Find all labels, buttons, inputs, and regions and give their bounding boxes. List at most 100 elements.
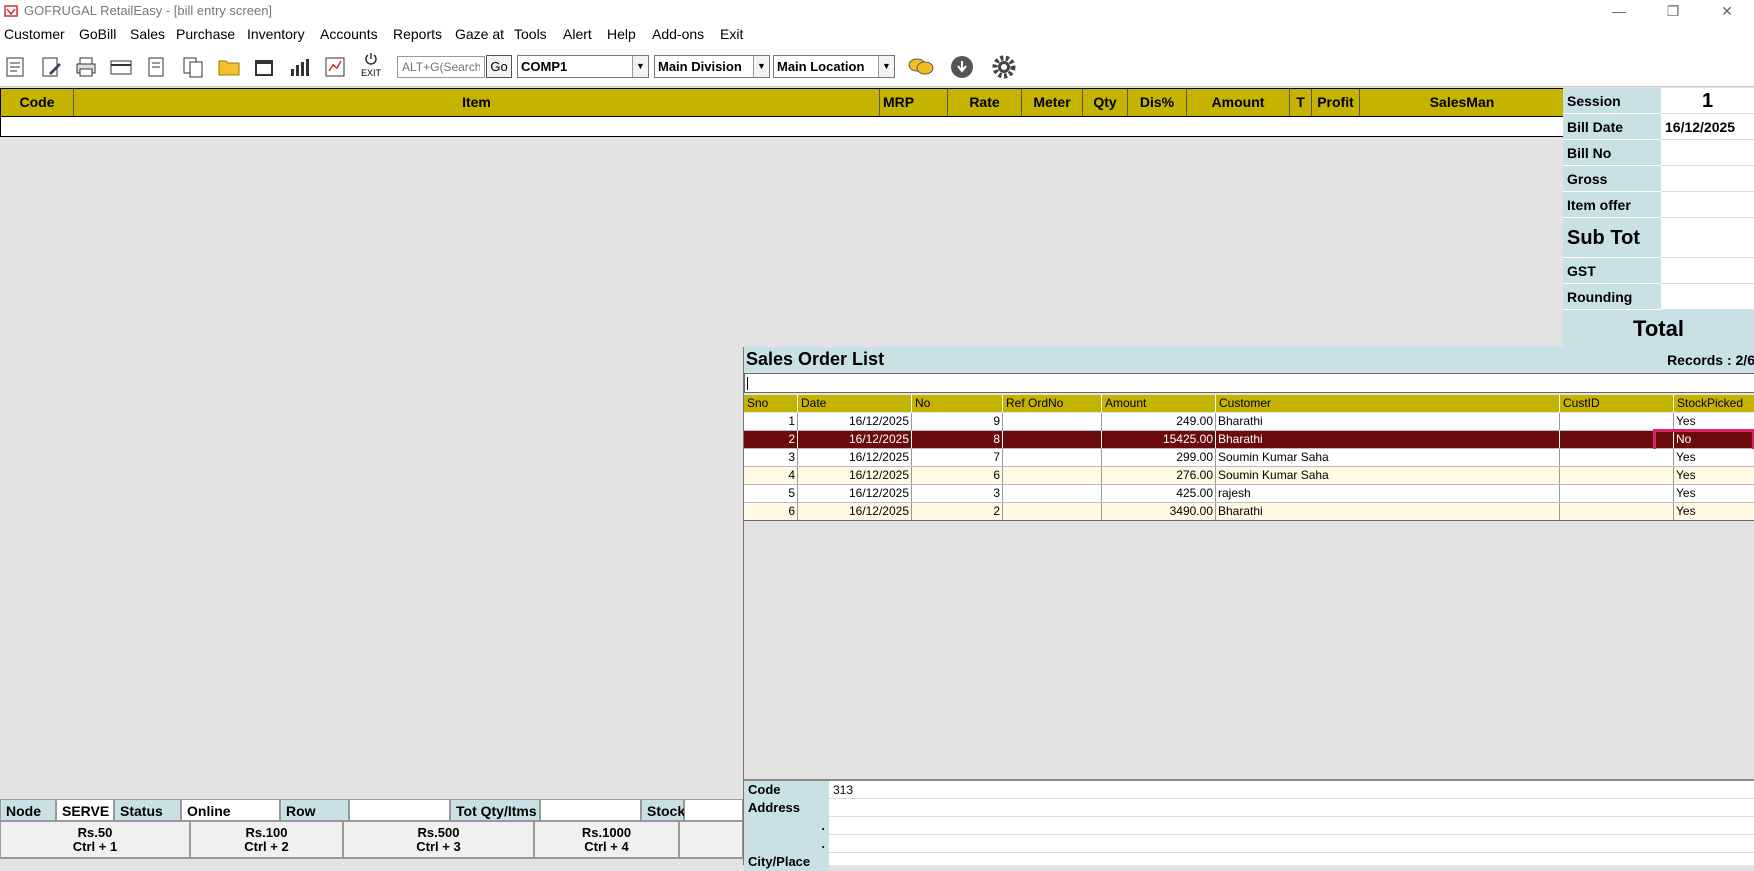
- exit-button[interactable]: EXIT: [356, 51, 386, 83]
- col-rate: Rate: [948, 89, 1022, 116]
- item-offer-label: Item offer: [1563, 192, 1661, 218]
- menu-accounts[interactable]: Accounts: [320, 26, 378, 42]
- cash-amount: Rs.50: [77, 825, 113, 840]
- chevron-down-icon: ▼: [878, 56, 894, 77]
- menu-exit[interactable]: Exit: [720, 26, 743, 42]
- bar-chart-icon[interactable]: [288, 55, 312, 79]
- so-cell-ref: [1003, 467, 1102, 484]
- minimize-button[interactable]: —: [1596, 0, 1642, 23]
- copy-bill-icon[interactable]: [181, 55, 205, 79]
- print-icon[interactable]: [74, 55, 98, 79]
- gross-label: Gross: [1563, 166, 1661, 192]
- sales-order-search-input[interactable]: [744, 373, 1754, 393]
- bill-summary-panel: Session 1 Bill Date 16/12/2025 Bill No G…: [1563, 88, 1754, 348]
- sales-order-row[interactable]: 3 16/12/2025 7 299.00 Soumin Kumar Saha …: [744, 449, 1754, 467]
- go-button[interactable]: Go: [486, 55, 512, 78]
- division-select[interactable]: Main Division ▼: [654, 55, 770, 78]
- bill-no-value: [1661, 140, 1754, 166]
- sales-order-row[interactable]: 1 16/12/2025 9 249.00 Bharathi Yes: [744, 413, 1754, 431]
- menu-alert[interactable]: Alert: [563, 26, 592, 42]
- row-label: Row: [280, 799, 349, 821]
- menu-reports[interactable]: Reports: [393, 26, 442, 42]
- power-icon: [365, 53, 377, 65]
- sales-order-row[interactable]: 4 16/12/2025 6 276.00 Soumin Kumar Saha …: [744, 467, 1754, 485]
- edit-bill-icon[interactable]: [39, 55, 63, 79]
- col-item: Item: [74, 89, 880, 116]
- col-amount: Amount: [1187, 89, 1290, 116]
- search-input[interactable]: [397, 56, 485, 78]
- close-button[interactable]: ✕: [1704, 0, 1750, 23]
- bill-date-label: Bill Date: [1563, 114, 1661, 140]
- so-cell-sno: 1: [744, 413, 798, 430]
- so-cell-ref: [1003, 449, 1102, 466]
- location-value: Main Location: [777, 59, 865, 74]
- so-col-date: Date: [798, 395, 912, 412]
- restore-button[interactable]: ❐: [1650, 0, 1696, 23]
- node-label: Node: [0, 799, 56, 821]
- address-line3-value: [829, 835, 1754, 853]
- address-line3-label: .: [744, 835, 829, 853]
- menu-bar: Customer GoBill Sales Purchase Inventory…: [0, 23, 1754, 47]
- sales-order-row[interactable]: 5 16/12/2025 3 425.00 rajesh Yes: [744, 485, 1754, 503]
- so-col-ref-ordno: Ref OrdNo: [1003, 395, 1102, 412]
- cash-button-50[interactable]: Rs.50 Ctrl + 1: [0, 821, 190, 858]
- download-icon[interactable]: [950, 55, 974, 79]
- col-profit: Profit: [1312, 89, 1360, 116]
- so-cell-ref: [1003, 503, 1102, 520]
- cash-button-1000[interactable]: Rs.1000 Ctrl + 4: [534, 821, 679, 858]
- so-cell-date: 16/12/2025: [798, 413, 912, 430]
- sales-order-row[interactable]: 6 16/12/2025 2 3490.00 Bharathi Yes: [744, 503, 1754, 521]
- so-cell-sno: 6: [744, 503, 798, 520]
- so-cell-amount: 299.00: [1102, 449, 1216, 466]
- so-cell-amount: 249.00: [1102, 413, 1216, 430]
- menu-customer[interactable]: Customer: [4, 26, 65, 42]
- records-count: Records : 2/6: [1667, 352, 1754, 368]
- stock-value: [684, 799, 743, 821]
- cash-shortcut: Ctrl + 1: [72, 839, 118, 854]
- card-icon[interactable]: [109, 55, 133, 79]
- menu-help[interactable]: Help: [607, 26, 636, 42]
- col-qty: Qty: [1083, 89, 1128, 116]
- gross-value: [1661, 166, 1754, 192]
- company-select[interactable]: COMP1 ▼: [517, 55, 649, 78]
- text-caret: [747, 377, 748, 390]
- cash-shortcut: Ctrl + 3: [416, 839, 461, 854]
- menu-purchase[interactable]: Purchase: [176, 26, 235, 42]
- menu-sales[interactable]: Sales: [130, 26, 165, 42]
- so-cell-sno: 4: [744, 467, 798, 484]
- so-cell-no: 3: [912, 485, 1003, 502]
- col-t: T: [1290, 89, 1312, 116]
- menu-add-ons[interactable]: Add-ons: [652, 26, 704, 42]
- so-cell-ref: [1003, 431, 1102, 448]
- report-chart-icon[interactable]: [323, 55, 347, 79]
- chat-icon[interactable]: [907, 55, 935, 79]
- folder-icon[interactable]: [217, 55, 241, 79]
- cash-amount: Rs.500: [417, 825, 460, 840]
- so-cell-stock: Yes: [1676, 414, 1696, 428]
- so-cell-date: 16/12/2025: [798, 503, 912, 520]
- cash-button-blank[interactable]: [679, 821, 743, 858]
- cash-button-100[interactable]: Rs.100 Ctrl + 2: [190, 821, 343, 858]
- menu-tools[interactable]: Tools: [514, 26, 547, 42]
- so-cell-stock: Yes: [1676, 486, 1696, 500]
- so-cell-custid: [1560, 503, 1674, 520]
- sales-order-row-selected[interactable]: 2 16/12/2025 8 15425.00 Bharathi No: [744, 431, 1754, 449]
- menu-gobill[interactable]: GoBill: [79, 26, 116, 42]
- cash-button-500[interactable]: Rs.500 Ctrl + 3: [343, 821, 534, 858]
- so-cell-no: 7: [912, 449, 1003, 466]
- document-icon[interactable]: [144, 55, 168, 79]
- code-value: 313: [829, 781, 1754, 799]
- calendar-icon[interactable]: [252, 55, 276, 79]
- so-cell-customer: rajesh: [1216, 485, 1560, 502]
- settings-gear-icon[interactable]: [990, 53, 1018, 81]
- status-label: Status: [114, 799, 181, 821]
- new-bill-icon[interactable]: [3, 55, 27, 79]
- col-salesman: SalesMan: [1429, 94, 1495, 110]
- menu-gaze-at[interactable]: Gaze at: [455, 26, 504, 42]
- bill-entry-row[interactable]: [0, 117, 1565, 137]
- so-col-customer: Customer: [1216, 395, 1560, 412]
- location-select[interactable]: Main Location ▼: [773, 55, 895, 78]
- bill-date-value[interactable]: 16/12/2025: [1661, 114, 1754, 140]
- cash-amount: Rs.1000: [581, 825, 632, 840]
- menu-inventory[interactable]: Inventory: [247, 26, 305, 42]
